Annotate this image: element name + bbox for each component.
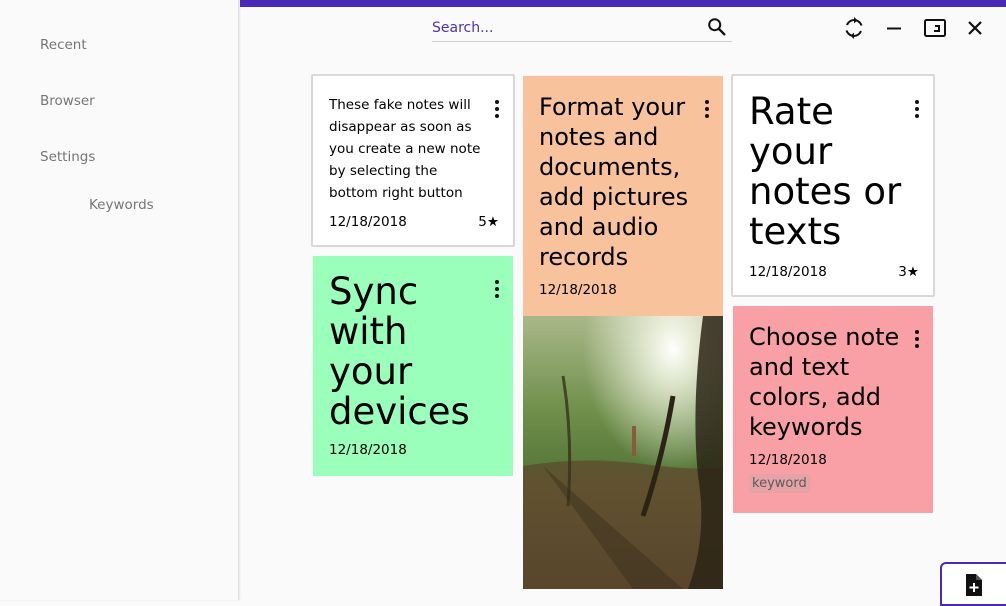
note-text: Sync with your devices [329,270,470,433]
add-note-icon [966,574,982,596]
top-accent-bar [240,0,1006,7]
search-icon[interactable] [706,16,728,38]
note-card[interactable]: Rate your notes or texts 12/18/2018 3★ [731,74,935,297]
note-date: 12/18/2018 [329,214,407,230]
note-text: Choose note and text colors, add keyword… [749,323,900,441]
sync-icon[interactable] [842,16,866,40]
note-card[interactable]: These fake notes will disappear as soon … [311,74,515,247]
more-vert-icon[interactable] [494,280,500,298]
note-text: Format your notes and documents, add pic… [539,93,689,271]
keyword-chip[interactable]: keyword [749,474,810,493]
note-rating: 5★ [478,214,499,230]
note-date: 12/18/2018 [749,452,827,468]
search-input[interactable] [432,18,692,38]
minimize-icon[interactable] [882,16,906,40]
sidebar-item-settings[interactable]: Settings [40,149,95,165]
note-card[interactable]: Choose note and text colors, add keyword… [733,306,933,513]
more-vert-icon[interactable] [914,330,920,348]
more-vert-icon[interactable] [494,100,500,118]
note-date: 12/18/2018 [329,442,407,458]
note-photo [523,316,723,589]
sidebar-item-recent[interactable]: Recent [40,37,87,53]
note-card[interactable]: Sync with your devices 12/18/2018 [313,256,513,476]
add-note-button[interactable] [940,562,1006,606]
restore-icon[interactable] [923,16,947,40]
close-icon[interactable] [963,16,987,40]
note-rating: 3★ [898,264,919,280]
note-text: Rate your notes or texts [749,90,902,253]
sidebar-item-browser[interactable]: Browser [40,93,95,109]
search-bar [432,14,732,42]
more-vert-icon[interactable] [704,100,710,118]
note-text: These fake notes will disappear as soon … [329,97,481,201]
note-card[interactable]: Format your notes and documents, add pic… [523,76,723,316]
sidebar: Recent Browser Settings Keywords [0,0,239,600]
sidebar-item-keywords[interactable]: Keywords [89,197,154,213]
note-date: 12/18/2018 [539,282,617,298]
more-vert-icon[interactable] [914,100,920,118]
note-date: 12/18/2018 [749,264,827,280]
